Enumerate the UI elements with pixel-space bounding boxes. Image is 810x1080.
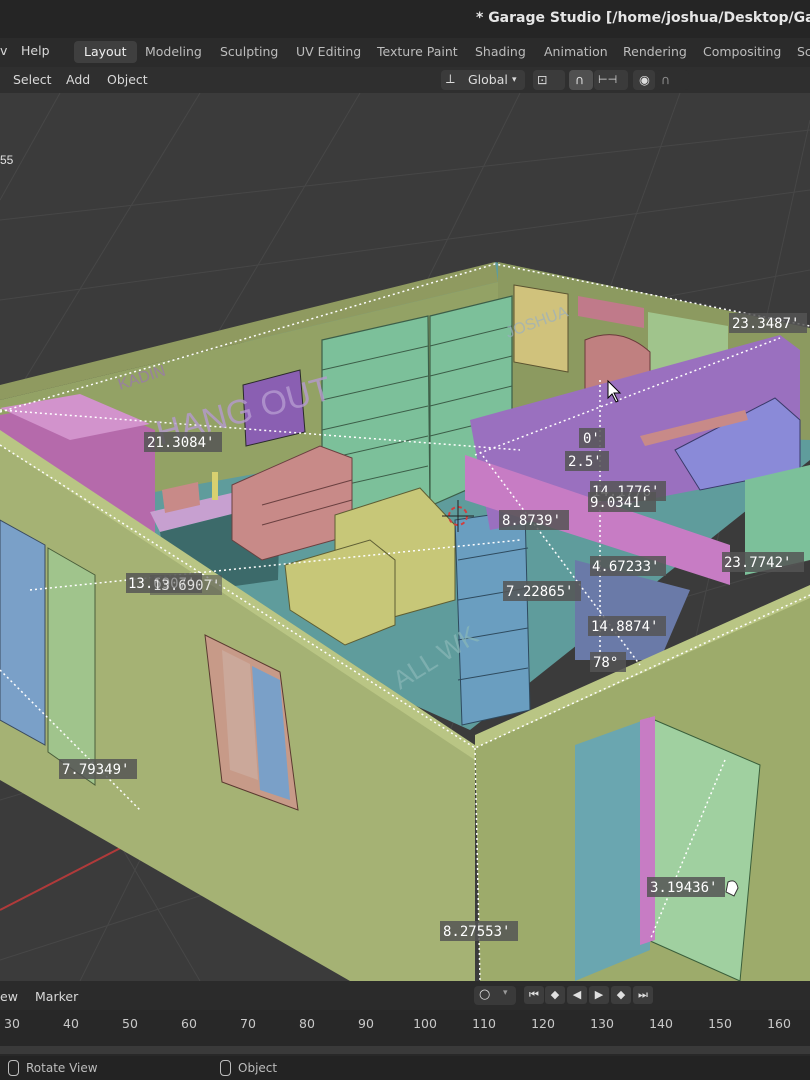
status-bar: Rotate View Object [0, 1056, 810, 1080]
frame-number: 160 [767, 1016, 791, 1031]
frame-number: 40 [63, 1016, 79, 1031]
status-object: Object [238, 1061, 278, 1075]
title-bar: * Garage Studio [/home/joshua/Desktop/Ga… [0, 0, 810, 38]
frame-number: 130 [590, 1016, 614, 1031]
frame-number: 100 [413, 1016, 437, 1031]
tab-modeling[interactable]: Modeling [135, 41, 212, 63]
dimension-label: 23.7742' [724, 555, 791, 571]
chevron-down-icon: ▾ [503, 988, 508, 998]
dimension-label: 0' [583, 431, 600, 447]
status-rotate-view: Rotate View [26, 1061, 98, 1075]
view-menu-partial-timeline[interactable]: ew [0, 989, 18, 1004]
jump-start-icon: ⏮ [529, 988, 539, 1001]
snap-toggle[interactable]: ∩ [569, 70, 593, 90]
tab-scripting-partial[interactable]: Sc [787, 41, 810, 63]
frame-number: 30 [4, 1016, 20, 1031]
dimension-label: 7.79349' [62, 762, 129, 778]
transform-orientation-dropdown[interactable]: ⟂ Global ▾ [441, 70, 525, 90]
window-title: * Garage Studio [/home/joshua/Desktop/Ga… [476, 10, 810, 26]
frame-number: 90 [358, 1016, 374, 1031]
proportional-editing-toggle[interactable]: ◉ [633, 70, 655, 90]
tab-uv-editing[interactable]: UV Editing [286, 41, 371, 63]
frame-number: 120 [531, 1016, 555, 1031]
snap-increment-icon: ⊢⊣ [598, 73, 618, 86]
play-icon: ▶ [594, 988, 604, 1001]
playback-sync-dropdown[interactable]: ○ ▾ [474, 986, 516, 1005]
dimension-label: 3.19436' [650, 880, 717, 896]
falloff-dropdown[interactable]: ∩ [657, 70, 689, 90]
tab-texture-paint[interactable]: Texture Paint [367, 41, 468, 63]
orientation-label: Global [468, 72, 508, 87]
desk-lamp[interactable] [212, 472, 218, 500]
closet-door-left[interactable] [0, 519, 46, 746]
dimension-label: 2.5' [568, 454, 602, 470]
frame-number: 150 [708, 1016, 732, 1031]
frame-number: 110 [472, 1016, 496, 1031]
viewport-canvas[interactable]: HANG OUT KADIN JOSHUA ALL WK 55 23.3487'… [0, 93, 810, 981]
door-jamb[interactable] [640, 716, 655, 945]
object-menu[interactable]: Object [107, 72, 148, 87]
orientation-icon: ⟂ [446, 72, 455, 87]
snap-target-dropdown[interactable]: ⊢⊣ [594, 70, 628, 90]
dimension-label: 13.6907' [153, 578, 220, 594]
frame-number: 80 [299, 1016, 315, 1031]
jump-keyframe-back-button[interactable]: ◆ [545, 986, 565, 1004]
falloff-curve-icon: ∩ [661, 72, 671, 87]
help-menu[interactable]: Help [21, 43, 50, 58]
jump-end-icon: ⏭ [638, 988, 648, 1001]
tab-layout[interactable]: Layout [74, 41, 137, 63]
tab-animation[interactable]: Animation [534, 41, 618, 63]
dimension-label: 4.67233' [592, 559, 659, 575]
frame-number: 60 [181, 1016, 197, 1031]
timeline[interactable]: 30 40 50 60 70 80 90 100 110 120 130 140… [0, 1010, 810, 1056]
marker-menu[interactable]: Marker [35, 989, 78, 1004]
blue-shelf-unit[interactable] [454, 509, 531, 726]
play-button[interactable]: ▶ [589, 986, 609, 1004]
play-reverse-icon: ◀ [572, 988, 582, 1001]
keyframe-forward-icon: ◆ [616, 988, 626, 1001]
chevron-down-icon: ▾ [512, 75, 517, 85]
record-circle-icon: ○ [479, 987, 491, 1002]
timeline-scrollbar[interactable] [0, 1046, 810, 1054]
jump-to-end-button[interactable]: ⏭ [633, 986, 653, 1004]
mouse-middle-icon [8, 1060, 19, 1076]
magnet-icon: ∩ [575, 72, 585, 87]
menu-bar: v Help Layout Modeling Sculpting UV Edit… [0, 38, 810, 67]
mouse-right-icon [220, 1060, 231, 1076]
dimension-label: 8.8739' [502, 513, 561, 529]
viewport-corner-text: 55 [0, 153, 14, 167]
add-menu[interactable]: Add [66, 72, 90, 87]
dimension-label: 9.0341' [590, 495, 649, 511]
viewport-header: Select Add Object ⟂ Global ▾ ⊡ ∩ ⊢⊣ ◉ ∩ [0, 67, 810, 93]
jump-keyframe-forward-button[interactable]: ◆ [611, 986, 631, 1004]
frame-number: 70 [240, 1016, 256, 1031]
play-reverse-button[interactable]: ◀ [567, 986, 587, 1004]
3d-viewport[interactable]: HANG OUT KADIN JOSHUA ALL WK 55 23.3487'… [0, 93, 810, 981]
frame-number: 50 [122, 1016, 138, 1031]
tab-compositing[interactable]: Compositing [693, 41, 791, 63]
tab-rendering[interactable]: Rendering [613, 41, 697, 63]
proportional-icon: ◉ [639, 72, 650, 87]
tab-shading[interactable]: Shading [465, 41, 536, 63]
select-menu[interactable]: Select [13, 72, 52, 87]
entry-door[interactable] [647, 717, 761, 981]
dimension-label: 8.27553' [443, 924, 510, 940]
dimension-label: 7.22865' [506, 584, 573, 600]
frame-number: 140 [649, 1016, 673, 1031]
doorway-opening[interactable] [575, 718, 650, 981]
closet-door-right[interactable] [47, 547, 96, 786]
dimension-label: 14.8874' [591, 619, 658, 635]
jump-to-start-button[interactable]: ⏮ [524, 986, 544, 1004]
timeline-header: ew Marker ○ ▾ ⏮ ◆ ◀ ▶ ◆ ⏭ [0, 981, 810, 1010]
tab-sculpting[interactable]: Sculpting [210, 41, 288, 63]
pivot-point-dropdown[interactable]: ⊡ [533, 70, 565, 90]
dimension-label: 78° [593, 655, 618, 671]
pivot-icon: ⊡ [537, 72, 548, 87]
dimension-label: 23.3487' [732, 316, 799, 332]
dimension-label: 21.3084' [147, 435, 214, 451]
view-menu-partial[interactable]: v [0, 43, 7, 58]
keyframe-back-icon: ◆ [550, 988, 560, 1001]
